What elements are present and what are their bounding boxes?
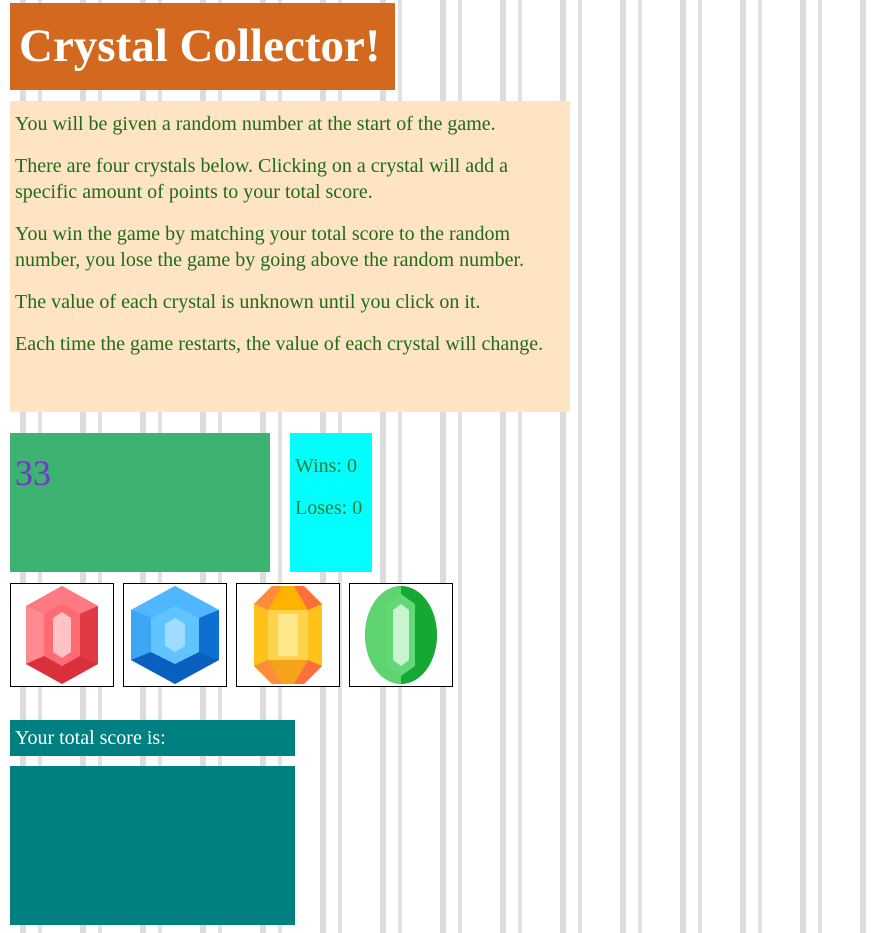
blue-crystal-icon (131, 586, 219, 684)
instruction-line: The value of each crystal is unknown unt… (15, 291, 481, 313)
target-number-panel: 33 (10, 433, 270, 572)
instruction-line: Each time the game restarts, the value o… (15, 333, 544, 355)
red-crystal-icon (26, 586, 98, 684)
instructions-panel: You will be given a random number at the… (10, 101, 570, 412)
page-title: Crystal Collector! (19, 20, 381, 72)
total-score-panel (10, 766, 295, 925)
green-crystal-icon (365, 586, 437, 684)
instruction-line: You win the game by matching your total … (15, 223, 525, 271)
crystal-button-blue[interactable] (123, 583, 227, 687)
crystal-button-yellow[interactable] (236, 583, 340, 687)
instruction-line: There are four crystals below. Clicking … (15, 155, 508, 203)
losses-counter: Loses: 0 (295, 497, 363, 519)
title-banner: Crystal Collector! (10, 3, 395, 90)
wins-counter: Wins: 0 (295, 455, 357, 477)
instruction-line: You will be given a random number at the… (15, 113, 496, 135)
crystal-button-green[interactable] (349, 583, 453, 687)
score-label-panel: Your total score is: (10, 720, 295, 756)
target-number: 33 (15, 453, 51, 493)
yellow-crystal-icon (254, 586, 322, 684)
crystal-button-red[interactable] (10, 583, 114, 687)
score-label: Your total score is: (15, 727, 166, 749)
stats-panel: Wins: 0 Loses: 0 (290, 433, 372, 572)
